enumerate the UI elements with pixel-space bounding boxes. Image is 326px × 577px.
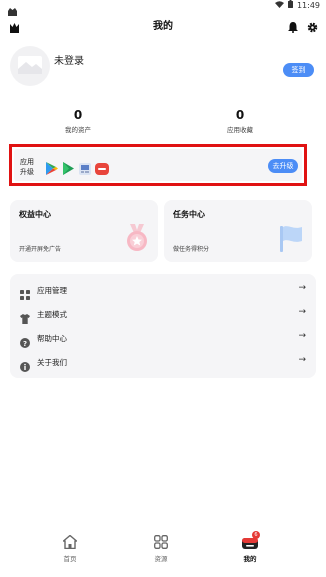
login-status[interactable]: 未登录 (54, 52, 84, 67)
battery-icon (287, 0, 293, 10)
medal-icon (124, 224, 150, 256)
menu-label: 主题模式 (37, 310, 67, 319)
menu-label: 帮助中心 (37, 334, 67, 343)
status-time: 11:49 (296, 0, 320, 10)
flag-icon (278, 224, 304, 256)
bell-icon[interactable] (288, 18, 298, 37)
upgrade-label-line2: 升级 (20, 168, 34, 176)
arrow-right-icon: → (298, 307, 306, 317)
upgrade-highlight: 应用 升级 去升级 (9, 144, 307, 186)
nav-resources[interactable]: 资源 (136, 534, 186, 563)
app-store-icon (79, 160, 91, 179)
profile-section: 未登录 签到 (10, 46, 316, 96)
stat-favorites-value: 0 (235, 108, 245, 122)
red-app-icon (95, 160, 109, 179)
checkin-button[interactable]: 签到 (283, 63, 314, 77)
arrow-right-icon: → (298, 283, 306, 293)
resources-icon (136, 534, 186, 550)
gear-icon[interactable] (307, 18, 318, 37)
nav-profile-label: 我的 (243, 555, 257, 563)
upgrade-label: 应用 升级 (20, 157, 34, 177)
play-games-icon (62, 160, 75, 179)
stat-assets[interactable]: 0 我的资产 (43, 108, 113, 134)
nav-profile[interactable]: 6 我的 (225, 531, 275, 563)
menu-item-about-us[interactable]: 关于我们 → (10, 350, 316, 374)
menu-item-help-center[interactable]: ? 帮助中心 → (10, 326, 316, 350)
rights-center-title: 权益中心 (19, 210, 51, 219)
nav-home-label: 首页 (63, 555, 77, 563)
stat-favorites-label: 应用收藏 (227, 126, 253, 134)
page-title: 我的 (153, 21, 173, 32)
arrow-right-icon: → (298, 331, 306, 341)
menu-label: 应用管理 (37, 286, 67, 295)
home-icon (45, 534, 95, 550)
upgrade-label-line1: 应用 (20, 158, 34, 166)
play-store-icon (46, 160, 58, 179)
info-icon (20, 357, 30, 376)
menu-item-theme-mode[interactable]: 主题模式 → (10, 302, 316, 326)
menu-label: 关于我们 (37, 358, 67, 367)
svg-text:?: ? (23, 340, 27, 348)
app-upgrade-card[interactable]: 应用 升级 去升级 (14, 149, 302, 181)
arrow-right-icon: → (298, 355, 306, 365)
stat-assets-label: 我的资产 (65, 126, 91, 134)
nav-resources-label: 资源 (154, 555, 168, 563)
task-center-title: 任务中心 (173, 210, 205, 219)
stat-assets-value: 0 (73, 108, 83, 122)
avatar[interactable] (10, 46, 50, 86)
stat-favorites[interactable]: 0 应用收藏 (205, 108, 275, 134)
top-bar: 我的 (0, 14, 326, 36)
notification-badge: 6 (252, 531, 260, 539)
menu-item-app-management[interactable]: 应用管理 → (10, 278, 316, 302)
rights-center-subtitle: 开通开屏免广告 (19, 246, 62, 253)
wifi-icon (274, 0, 284, 10)
status-bar: 11:49 (0, 0, 326, 16)
settings-menu: 应用管理 → 主题模式 → ? 帮助中心 → 关于我们 → (10, 274, 316, 378)
profile-icon (225, 534, 275, 550)
task-center-card[interactable]: 任务中心 做任务得积分 (164, 200, 312, 262)
rights-center-card[interactable]: 权益中心 开通开屏免广告 (10, 200, 158, 262)
stats-row: 0 我的资产 0 应用收藏 (10, 108, 316, 138)
nav-home[interactable]: 首页 (45, 534, 95, 563)
task-center-subtitle: 做任务得积分 (173, 246, 210, 253)
upgrade-button[interactable]: 去升级 (268, 159, 298, 173)
bottom-nav: 首页 资源 6 我的 (0, 531, 326, 574)
